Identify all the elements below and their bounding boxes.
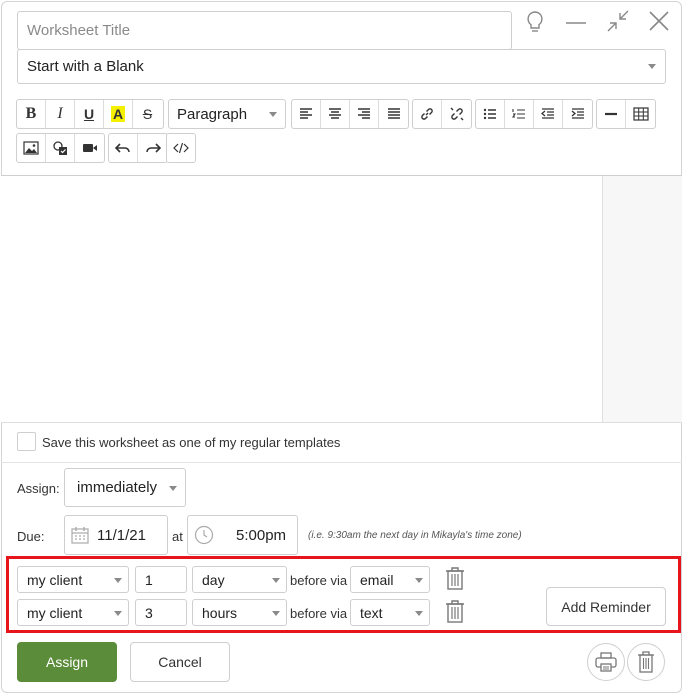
save-template-checkbox[interactable]	[17, 432, 36, 451]
reminder-amount-input[interactable]: 3	[135, 599, 187, 626]
image-icon[interactable]	[17, 134, 46, 162]
worksheet-title-input[interactable]: Worksheet Title	[17, 11, 512, 50]
insert-group	[596, 99, 656, 129]
close-icon[interactable]	[648, 10, 670, 32]
template-select-value: Start with a Blank	[27, 58, 144, 75]
chevron-down-icon	[415, 578, 423, 583]
strikethrough-button[interactable]: S	[133, 100, 162, 128]
due-at-label: at	[172, 529, 183, 544]
before-via-label: before via	[290, 606, 348, 621]
trash-icon[interactable]	[444, 566, 466, 591]
assign-timing-select[interactable]: immediately	[64, 468, 186, 507]
assign-label: Assign:	[17, 481, 60, 496]
editor-content[interactable]	[1, 176, 602, 422]
reminder-recipient-value: my client	[27, 571, 83, 588]
due-date-value: 11/1/21	[97, 526, 146, 544]
print-button[interactable]	[587, 643, 625, 681]
trash-icon[interactable]	[444, 599, 466, 624]
outdent-icon[interactable]	[534, 100, 563, 128]
italic-button[interactable]: I	[46, 100, 75, 128]
delete-worksheet-button[interactable]	[627, 643, 665, 681]
minimize-icon[interactable]	[564, 12, 588, 32]
chevron-down-icon	[272, 578, 280, 583]
before-via-label: before via	[290, 573, 348, 588]
align-justify-button[interactable]	[379, 100, 408, 128]
add-reminder-button[interactable]: Add Reminder	[546, 587, 666, 626]
list-group	[475, 99, 593, 129]
chevron-down-icon	[114, 611, 122, 616]
due-date-input[interactable]: 11/1/21	[64, 515, 168, 555]
media-group	[16, 133, 105, 163]
paragraph-format-select[interactable]: Paragraph	[168, 99, 286, 129]
link-icon[interactable]	[413, 100, 442, 128]
align-right-button[interactable]	[350, 100, 379, 128]
table-icon[interactable]	[626, 100, 655, 128]
alignment-group	[291, 99, 409, 129]
reminder-channel-value: email	[360, 571, 394, 588]
assign-timing-value: immediately	[77, 479, 158, 496]
due-time-value: 5:00pm	[236, 526, 287, 544]
worksheet-title-placeholder: Worksheet Title	[27, 22, 131, 39]
chevron-down-icon	[169, 486, 177, 491]
cancel-button[interactable]: Cancel	[130, 642, 230, 682]
chevron-down-icon	[114, 578, 122, 583]
chevron-down-icon	[648, 64, 656, 69]
reminder-unit-select[interactable]: hours	[192, 599, 287, 626]
template-select[interactable]: Start with a Blank	[17, 49, 666, 84]
bold-button[interactable]: B	[17, 100, 46, 128]
underline-button[interactable]: U	[75, 100, 104, 128]
divider	[1, 422, 682, 423]
horizontal-rule-icon[interactable]	[597, 100, 626, 128]
reminder-recipient-select[interactable]: my client	[17, 599, 129, 626]
save-template-label: Save this worksheet as one of my regular…	[42, 435, 341, 450]
align-left-button[interactable]	[292, 100, 321, 128]
trash-icon	[637, 651, 655, 673]
reminder-unit-value: hours	[202, 604, 238, 621]
chevron-down-icon	[415, 611, 423, 616]
highlight-letter: A	[110, 106, 126, 122]
reminder-recipient-select[interactable]: my client	[17, 566, 129, 593]
lightbulb-icon[interactable]	[524, 10, 546, 34]
divider	[1, 462, 682, 463]
numbered-list-icon[interactable]	[505, 100, 534, 128]
redo-icon[interactable]	[138, 134, 167, 162]
due-label: Due:	[17, 529, 45, 544]
assign-button[interactable]: Assign	[17, 642, 117, 682]
text-style-group: B I U A S	[16, 99, 164, 129]
highlight-button[interactable]: A	[104, 100, 133, 128]
source-group	[166, 133, 196, 163]
indent-icon[interactable]	[563, 100, 592, 128]
align-center-button[interactable]	[321, 100, 350, 128]
reminder-channel-value: text	[360, 604, 383, 621]
due-timezone-hint: (i.e. 9:30am the next day in Mikayla's t…	[308, 530, 522, 541]
reminder-channel-select[interactable]: text	[350, 599, 430, 626]
collapse-icon[interactable]	[606, 9, 630, 33]
reminder-unit-select[interactable]: day	[192, 566, 287, 593]
code-icon[interactable]	[167, 134, 195, 162]
unlink-icon[interactable]	[442, 100, 471, 128]
reminder-unit-value: day	[202, 571, 225, 588]
shapes-icon[interactable]	[46, 134, 75, 162]
paragraph-format-value: Paragraph	[177, 105, 248, 123]
due-time-input[interactable]: 5:00pm	[187, 515, 298, 555]
link-group	[412, 99, 472, 129]
clock-icon	[194, 525, 214, 545]
chevron-down-icon	[269, 112, 277, 117]
chevron-down-icon	[272, 611, 280, 616]
printer-icon	[595, 652, 617, 672]
reminder-amount-input[interactable]: 1	[135, 566, 187, 593]
undo-icon[interactable]	[109, 134, 138, 162]
calendar-icon	[71, 526, 89, 544]
reminder-amount-value: 3	[145, 604, 153, 621]
reminder-amount-value: 1	[145, 571, 153, 588]
video-icon[interactable]	[75, 134, 104, 162]
reminder-recipient-value: my client	[27, 604, 83, 621]
history-group	[108, 133, 168, 163]
bullet-list-icon[interactable]	[476, 100, 505, 128]
editor-sidebar	[602, 176, 682, 422]
reminder-channel-select[interactable]: email	[350, 566, 430, 593]
